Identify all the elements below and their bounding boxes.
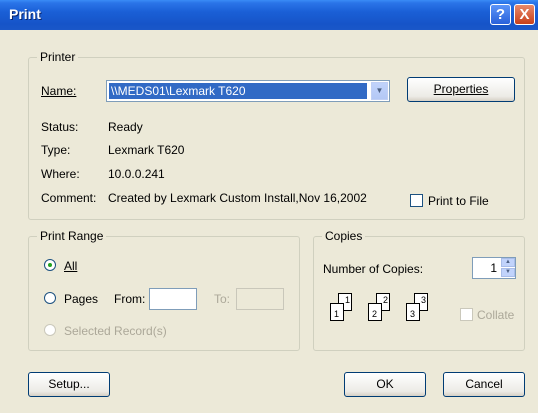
- ok-label: OK: [376, 377, 394, 391]
- window-title: Print: [9, 6, 41, 22]
- print-range-legend: Print Range: [37, 229, 107, 243]
- printer-legend: Printer: [37, 50, 79, 64]
- printer-name-value: \\MEDS01\Lexmark T620: [109, 83, 367, 99]
- properties-button[interactable]: Properties: [407, 77, 515, 102]
- type-value: Lexmark T620: [108, 143, 185, 157]
- print-to-file-label[interactable]: Print to File: [428, 194, 489, 208]
- spin-down-icon[interactable]: ▼: [501, 268, 515, 277]
- where-value: 10.0.0.241: [108, 167, 165, 181]
- all-radio[interactable]: [44, 259, 56, 271]
- type-label: Type:: [41, 143, 71, 157]
- pages-radio[interactable]: [44, 292, 56, 304]
- from-input[interactable]: [149, 288, 197, 310]
- from-label: From:: [114, 292, 146, 306]
- ok-button[interactable]: OK: [344, 372, 426, 397]
- page-icon: 2: [368, 303, 382, 321]
- selected-records-radio[interactable]: [44, 324, 56, 336]
- status-label: Status:: [41, 120, 79, 134]
- selected-records-label[interactable]: Selected Record(s): [64, 324, 167, 338]
- print-dialog: Print ? X Printer Name: \\MEDS01\Lexmark…: [0, 0, 538, 413]
- cancel-button[interactable]: Cancel: [443, 372, 525, 397]
- number-of-copies-label: Number of Copies:: [323, 262, 424, 276]
- where-label: Where:: [41, 167, 80, 181]
- name-label: Name:: [41, 84, 77, 98]
- setup-button[interactable]: Setup...: [28, 372, 110, 397]
- printer-name-dropdown[interactable]: \\MEDS01\Lexmark T620 ▼: [106, 80, 390, 102]
- print-to-file-checkbox[interactable]: [410, 194, 423, 207]
- copies-stepper[interactable]: 1 ▲ ▼: [472, 257, 516, 279]
- page-icon: 3: [406, 303, 420, 321]
- all-label[interactable]: All: [64, 259, 77, 273]
- comment-label: Comment:: [41, 191, 97, 205]
- to-label: To:: [214, 292, 231, 306]
- collate-label[interactable]: Collate: [477, 308, 514, 322]
- collate-checkbox[interactable]: [460, 308, 473, 321]
- comment-value: Created by Lexmark Custom Install,Nov 16…: [108, 191, 367, 205]
- spin-up-icon[interactable]: ▲: [501, 258, 515, 267]
- help-icon[interactable]: ?: [490, 4, 511, 25]
- properties-label: Properties: [433, 82, 489, 96]
- page-icon: 1: [330, 303, 344, 321]
- status-value: Ready: [108, 120, 143, 134]
- close-icon[interactable]: X: [514, 4, 535, 25]
- to-input[interactable]: [236, 288, 284, 310]
- title-bar: Print ? X: [0, 0, 538, 30]
- cancel-label: Cancel: [465, 377, 503, 391]
- copies-legend: Copies: [322, 229, 366, 243]
- chevron-down-icon[interactable]: ▼: [371, 82, 388, 100]
- setup-label: Setup...: [48, 377, 90, 391]
- pages-label[interactable]: Pages: [64, 292, 98, 306]
